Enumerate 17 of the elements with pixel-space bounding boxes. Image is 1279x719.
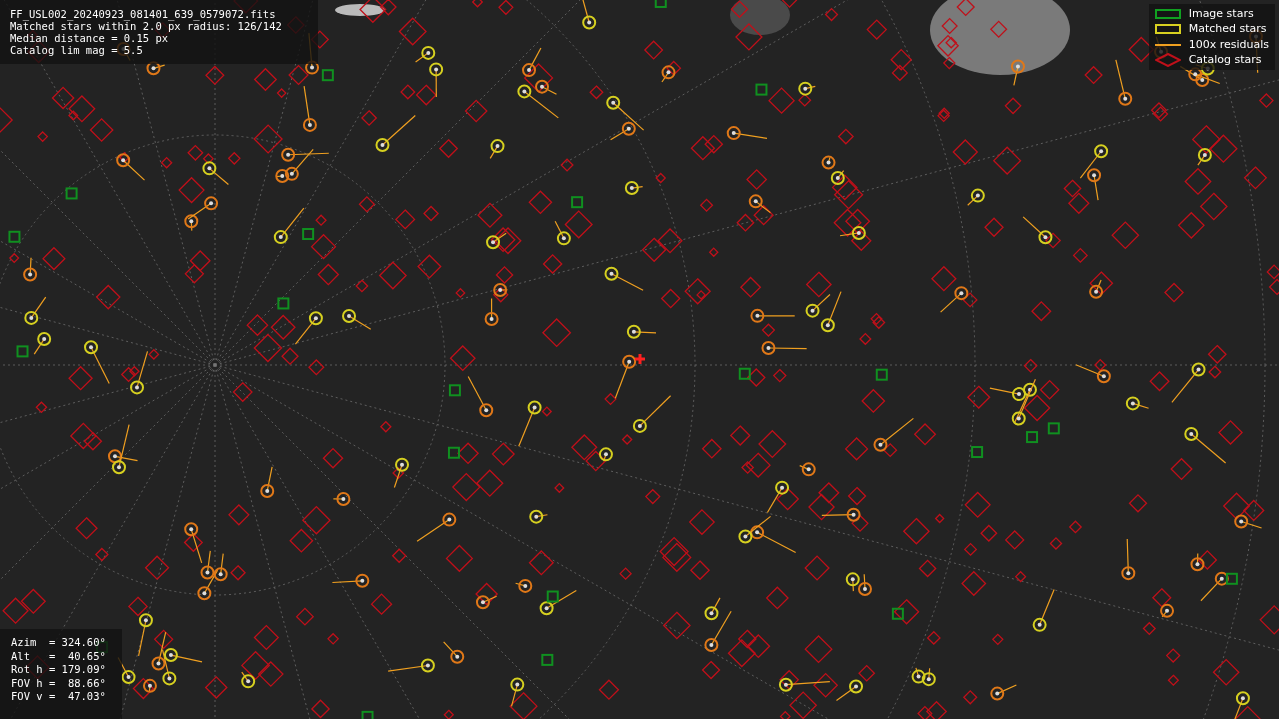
legend-label: Image stars <box>1188 5 1254 22</box>
pointing-text: Alt = 40.65° <box>11 649 107 663</box>
square-outline-icon <box>1154 8 1181 19</box>
legend-label: Catalog stars <box>1188 52 1262 68</box>
info-text: Matched stars within 2.0 px radius: 126/142 <box>10 20 283 32</box>
info-text: FF_USL002_20240923_081401_639_0579072.fits <box>10 8 277 20</box>
pointing-text: FOV h = 88.66° <box>11 676 107 690</box>
pointing-text: Azim = 324.60° <box>11 636 107 650</box>
rectangle-icon <box>1154 24 1181 35</box>
pointing-text: Rot h = 179.09° <box>11 663 107 677</box>
legend-label: 100x residuals <box>1188 36 1269 53</box>
diamond-icon <box>1154 53 1181 68</box>
pointing-text: FOV v = 47.03° <box>11 690 107 704</box>
info-text: Median distance = 0.15 px <box>10 32 170 44</box>
legend-label: Matched stars <box>1188 21 1267 37</box>
info-text: Catalog lim mag = 5.5 <box>10 44 144 56</box>
line-icon <box>1154 43 1181 46</box>
